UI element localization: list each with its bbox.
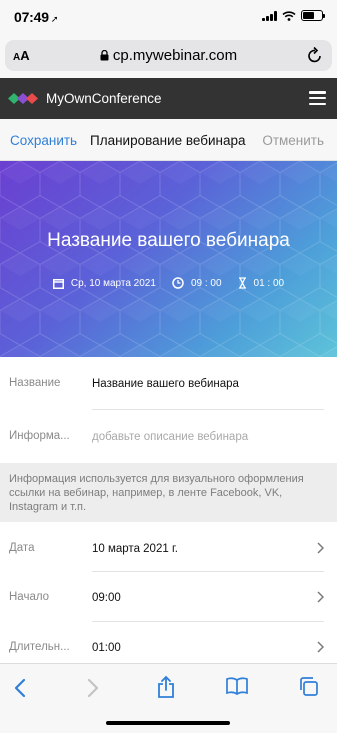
bookmarks-icon[interactable]	[226, 677, 248, 695]
duration-row[interactable]: Длительн... 01:00	[0, 622, 337, 663]
clock-icon	[172, 277, 184, 289]
page-title: Планирование вебинара	[90, 133, 246, 148]
date-row[interactable]: Дата 10 марта 2021 г.	[0, 522, 337, 572]
calendar-icon	[52, 278, 64, 289]
duration-value[interactable]: 01:00	[92, 642, 121, 654]
clock-text: 07:49	[14, 9, 49, 25]
banner-duration: 01 : 00	[253, 277, 285, 289]
date-value[interactable]: 10 марта 2021 г.	[92, 543, 178, 555]
chevron-right-icon	[317, 591, 324, 603]
battery-icon	[301, 10, 325, 21]
cellular-signal-icon	[262, 10, 277, 21]
page-toolbar: Сохранить Планирование вебинара Отменить	[0, 119, 337, 161]
hourglass-icon	[238, 277, 246, 289]
chevron-right-icon	[317, 641, 324, 653]
banner-title: Название вашего вебинара	[47, 230, 290, 251]
hamburger-menu-icon[interactable]	[309, 91, 326, 105]
browser-address-area: AA cp.mywebinar.com	[0, 36, 337, 78]
location-arrow-icon: ➚	[50, 14, 59, 24]
start-row[interactable]: Начало 09:00	[0, 572, 337, 622]
address-bar[interactable]: AA cp.mywebinar.com	[5, 40, 332, 71]
chevron-right-icon	[317, 542, 324, 554]
info-hint: Информация используется для визуального …	[0, 463, 337, 522]
banner-meta: Ср, 10 марта 2021 09 : 00 01 : 00	[0, 277, 337, 289]
cancel-button[interactable]: Отменить	[262, 133, 324, 148]
logo-icon	[8, 93, 38, 104]
share-icon[interactable]	[157, 675, 175, 699]
status-icons	[262, 10, 325, 21]
save-button[interactable]: Сохранить	[10, 133, 77, 148]
tabs-icon[interactable]	[299, 677, 318, 696]
reload-icon[interactable]	[307, 46, 323, 64]
url-display[interactable]: cp.mywebinar.com	[5, 47, 332, 64]
info-field[interactable]: добавьте описание вебинара	[92, 431, 248, 443]
status-bar: 07:49 ➚	[0, 0, 337, 36]
browser-bottom-bar	[0, 663, 337, 733]
banner-time: 09 : 00	[190, 277, 222, 289]
date-label: Дата	[9, 542, 35, 554]
duration-label: Длительн...	[9, 641, 70, 653]
url-text: cp.mywebinar.com	[112, 47, 238, 64]
home-indicator	[106, 721, 230, 725]
banner-date: Ср, 10 марта 2021	[70, 277, 156, 289]
name-label: Название	[9, 377, 61, 389]
info-label: Информа...	[9, 430, 70, 442]
lock-icon	[100, 50, 109, 61]
name-row[interactable]: Название Название вашего вебинара	[0, 357, 337, 410]
start-label: Начало	[9, 591, 50, 603]
webinar-banner: Название вашего вебинара Ср, 10 марта 20…	[0, 161, 337, 357]
name-field[interactable]: Название вашего вебинара	[92, 378, 239, 390]
wifi-icon	[282, 10, 296, 21]
info-row[interactable]: Информа... добавьте описание вебинара	[0, 410, 337, 463]
site-header: MyOwnConference	[0, 78, 337, 119]
back-arrow-icon[interactable]	[14, 678, 26, 698]
site-title[interactable]: MyOwnConference	[46, 91, 162, 106]
start-value[interactable]: 09:00	[92, 592, 121, 604]
banner-pattern	[0, 161, 337, 357]
status-time: 07:49 ➚	[14, 9, 58, 25]
forward-arrow-icon[interactable]	[87, 678, 99, 698]
